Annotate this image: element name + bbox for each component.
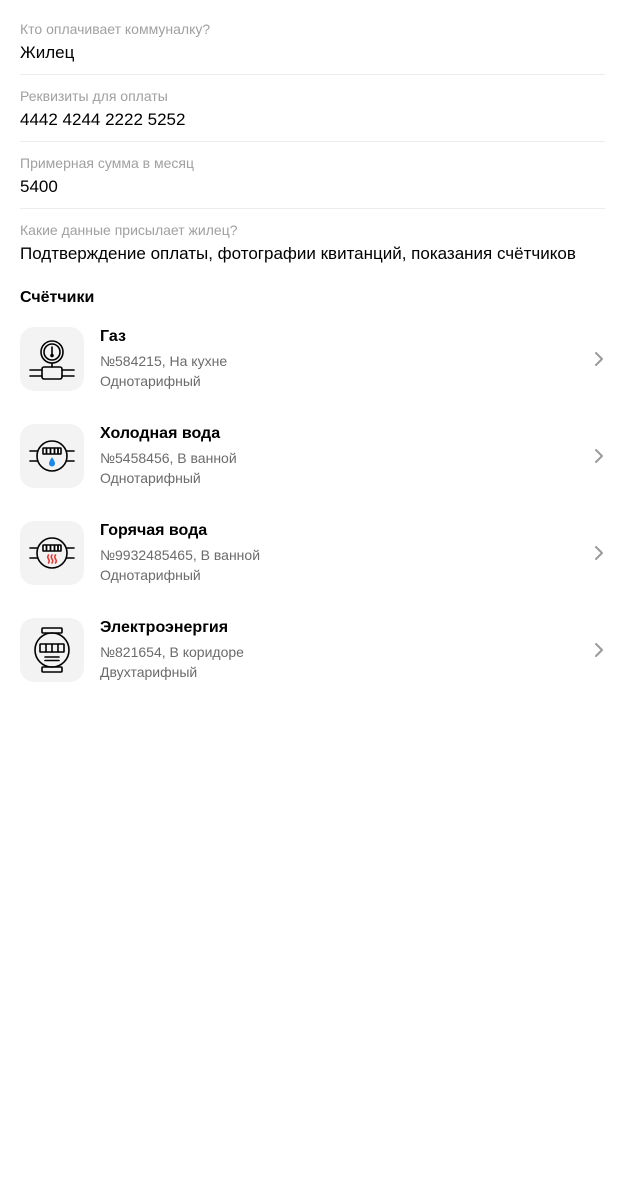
tenant-data-label: Какие данные присылает жилец?: [20, 222, 238, 238]
tenant-data-value: Подтверждение оплаты, фотографии квитанц…: [20, 244, 576, 263]
meter-tariff: Однотарифный: [100, 567, 201, 583]
monthly-amount-label: Примерная сумма в месяц: [20, 155, 194, 171]
meter-number-location: №5458456, В ванной: [100, 450, 237, 466]
monthly-amount-field[interactable]: Примерная сумма в месяц 5400: [20, 154, 605, 198]
payer-field[interactable]: Кто оплачивает коммуналку? Жилец: [20, 20, 605, 64]
meter-tariff: Двухтарифный: [100, 664, 198, 680]
divider: [20, 208, 605, 209]
divider: [20, 141, 605, 142]
meters-settings-page: Кто оплачивает коммуналку? Жилец Реквизи…: [0, 0, 625, 1200]
chevron-right-icon: [595, 546, 603, 560]
chevron-right-icon: [595, 449, 603, 463]
chevron-right-icon: [595, 352, 603, 366]
meter-item-cold-water[interactable]: Холодная вода №5458456, В ванной Однотар…: [20, 424, 605, 490]
payer-value: Жилец: [20, 43, 75, 62]
tenant-data-field[interactable]: Какие данные присылает жилец? Подтвержде…: [20, 221, 605, 265]
cold-water-meter-icon: [20, 424, 84, 488]
hot-water-meter-icon: [20, 521, 84, 585]
meter-title: Электроэнергия: [100, 619, 229, 636]
meter-number-location: №584215, На кухне: [100, 353, 228, 369]
meter-tariff: Однотарифный: [100, 470, 201, 486]
meter-item-electricity[interactable]: Электроэнергия №821654, В коридоре Двухт…: [20, 618, 605, 684]
monthly-amount-value: 5400: [20, 177, 58, 196]
payment-details-label: Реквизиты для оплаты: [20, 88, 168, 104]
meter-title: Газ: [100, 328, 126, 345]
payment-details-value: 4442 4244 2222 5252: [20, 110, 186, 129]
meter-title: Холодная вода: [100, 425, 221, 442]
gas-meter-icon: [20, 327, 84, 391]
payment-details-field[interactable]: Реквизиты для оплаты 4442 4244 2222 5252: [20, 87, 605, 131]
meter-tariff: Однотарифный: [100, 373, 201, 389]
meter-number-location: №821654, В коридоре: [100, 644, 244, 660]
chevron-right-icon: [595, 643, 603, 657]
meters-section-title: Счётчики: [20, 289, 95, 306]
payer-label: Кто оплачивает коммуналку?: [20, 21, 211, 37]
electricity-meter-icon: [20, 618, 84, 682]
meter-item-hot-water[interactable]: Горячая вода №9932485465, В ванной Однот…: [20, 521, 605, 587]
meter-number-location: №9932485465, В ванной: [100, 547, 261, 563]
divider: [20, 74, 605, 75]
meter-item-gas[interactable]: Газ №584215, На кухне Однотарифный: [20, 327, 605, 393]
meter-title: Горячая вода: [100, 522, 208, 539]
